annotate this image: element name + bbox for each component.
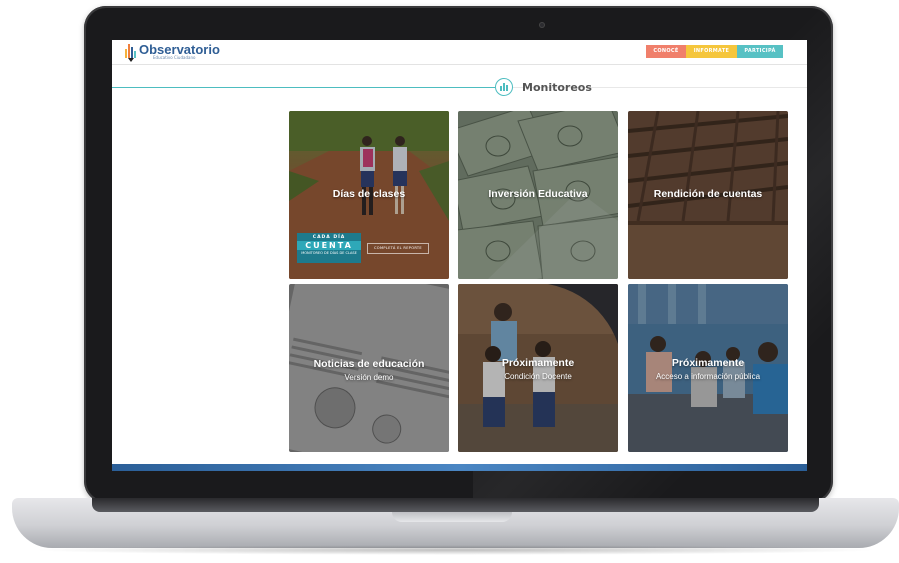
badge-line1: CADA DÍA xyxy=(312,235,346,240)
laptop-shadow xyxy=(30,545,880,555)
report-button[interactable]: COMPLETÁ EL REPORTE xyxy=(367,243,429,254)
section-title: Monitoreos xyxy=(522,81,592,94)
tile-condicion-docente[interactable]: Próximamente Condición Docente xyxy=(458,284,618,452)
tile-rendicion-de-cuentas[interactable]: Rendición de cuentas xyxy=(628,111,788,279)
badge-line3: MONITOREO DE DÍAS DE CLASE xyxy=(301,251,357,255)
logo-subtitle: Educativo Ciudadano xyxy=(153,55,196,60)
nav-conoce[interactable]: CONOCÉ xyxy=(646,45,686,58)
header-divider xyxy=(112,64,807,65)
tile-acceso-informacion[interactable]: Próximamente Acceso a información públic… xyxy=(628,284,788,452)
site-logo[interactable]: Observatorio xyxy=(124,43,220,63)
camera-icon xyxy=(539,22,545,28)
tile-title: Rendición de cuentas xyxy=(653,188,763,200)
badge-line2: CUENTA xyxy=(297,241,361,250)
laptop-hinge xyxy=(92,498,819,512)
screen: Observatorio Educativo Ciudadano CONOCÉ … xyxy=(112,40,807,471)
tile-dias-de-clases[interactable]: Días de clases CADA DÍA CUENTA MONITOREO… xyxy=(289,111,449,279)
tile-subtitle: Versión demo xyxy=(344,373,394,382)
site-header: Observatorio Educativo Ciudadano CONOCÉ … xyxy=(112,40,807,65)
tile-title: Próximamente xyxy=(671,357,745,369)
nav-informate[interactable]: INFORMATE xyxy=(686,45,737,58)
main-nav: CONOCÉ INFORMATE PARTICIPÁ xyxy=(646,45,783,58)
monitoring-icon xyxy=(495,78,513,96)
tile-title: Noticias de educación xyxy=(313,358,425,370)
laptop-notch xyxy=(392,512,512,522)
tile-title: Próximamente xyxy=(501,357,575,369)
title-line-left xyxy=(112,87,495,88)
tile-title: Inversión Educativa xyxy=(488,188,588,200)
tile-noticias-de-educacion[interactable]: Noticias de educación Versión demo xyxy=(289,284,449,452)
cada-dia-cuenta-badge: CADA DÍA CUENTA MONITOREO DE DÍAS DE CLA… xyxy=(297,233,361,263)
tile-title: Días de clases xyxy=(332,188,406,200)
caret-down-icon[interactable] xyxy=(128,58,134,62)
bar-chart-icon xyxy=(124,44,136,58)
tile-inversion-educativa[interactable]: Inversión Educativa xyxy=(458,111,618,279)
tile-subtitle: Condición Docente xyxy=(504,372,572,381)
footer-bar xyxy=(112,464,807,471)
tile-subtitle: Acceso a información pública xyxy=(655,372,761,381)
nav-participa[interactable]: PARTICIPÁ xyxy=(737,45,783,58)
